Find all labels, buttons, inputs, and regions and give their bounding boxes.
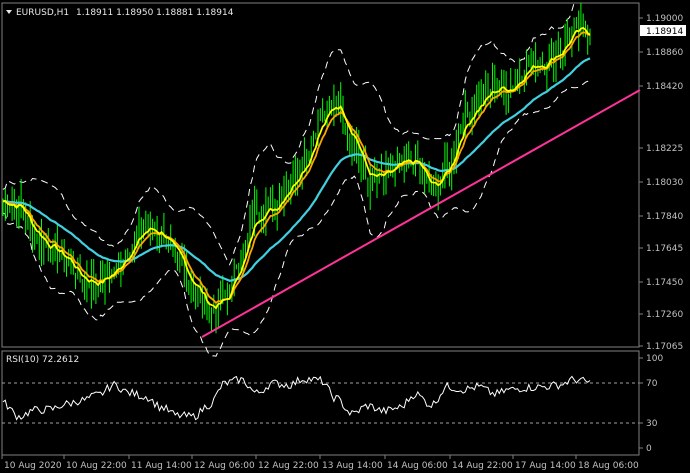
price-tick-label: 1.17840 (646, 212, 683, 222)
rsi-tick-label: 100 (646, 354, 663, 364)
rsi-tick-label: 30 (646, 419, 658, 429)
current-price-label: 1.18914 (646, 27, 683, 37)
price-tick-label: 1.19000 (646, 14, 683, 24)
time-tick-label: 13 Aug 14:00 (322, 461, 383, 471)
time-tick-label: 12 Aug 06:00 (194, 461, 255, 471)
price-tick-label: 1.17260 (646, 310, 683, 320)
time-tick-label: 10 Aug 2020 (4, 461, 62, 471)
time-tick-label: 17 Aug 14:00 (515, 461, 576, 471)
chart-canvas[interactable]: EURUSD,H1 1.18911 1.18950 1.18881 1.1891… (0, 0, 690, 473)
price-tick-label: 1.18030 (646, 178, 683, 188)
time-tick-label: 14 Aug 22:00 (452, 461, 513, 471)
time-tick-label: 14 Aug 06:00 (387, 461, 448, 471)
price-tick-label: 1.17065 (646, 342, 683, 352)
time-tick-label: 18 Aug 06:00 (578, 461, 639, 471)
price-tick-label: 1.18860 (646, 48, 683, 58)
price-tick-label: 1.18225 (646, 144, 683, 154)
rsi-tick-label: 70 (646, 379, 658, 389)
symbol-label: EURUSD,H1 (16, 8, 69, 18)
time-tick-label: 11 Aug 14:00 (131, 461, 192, 471)
price-tick-label: 1.17450 (646, 278, 683, 288)
rsi-label: RSI(10) 72.2612 (6, 355, 79, 365)
chart-background (0, 0, 690, 473)
rsi-tick-label: 0 (646, 444, 652, 454)
price-tick-label: 1.17645 (646, 244, 683, 254)
price-tick-label: 1.18420 (646, 82, 683, 92)
ohlc-values: 1.18911 1.18950 1.18881 1.18914 (76, 8, 234, 18)
time-tick-label: 10 Aug 22:00 (66, 461, 127, 471)
time-tick-label: 12 Aug 22:00 (258, 461, 319, 471)
